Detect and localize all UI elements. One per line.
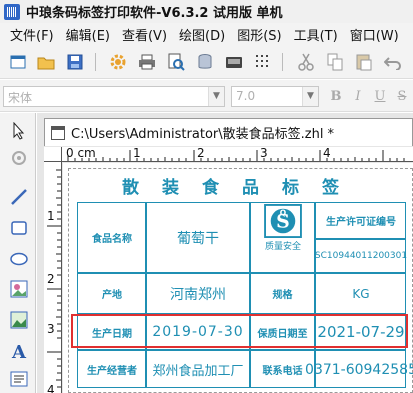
ruler-mark: 4	[47, 383, 55, 393]
menu-window[interactable]: 窗口(W)	[344, 25, 405, 44]
spec-label[interactable]: 规格	[251, 274, 314, 313]
bold-button[interactable]: B	[328, 89, 344, 105]
image-tool-icon[interactable]	[9, 279, 29, 299]
undo-icon[interactable]	[384, 53, 402, 71]
rotate-icon[interactable]	[9, 148, 29, 168]
font-size-value: 7.0	[236, 89, 256, 103]
main-toolbar	[0, 45, 413, 79]
producer-label[interactable]: 生产经营者	[79, 351, 145, 388]
underline-button[interactable]: U	[372, 89, 388, 105]
drawing-toolbox: A	[0, 113, 36, 393]
label-heading[interactable]: 散装食品标签	[78, 173, 406, 201]
ruler-mark: 2	[197, 147, 205, 160]
line-tool-icon[interactable]	[9, 187, 29, 207]
origin-value[interactable]: 河南郑州	[147, 274, 249, 313]
date-row-highlight	[71, 314, 408, 348]
open-folder-icon[interactable]	[37, 53, 55, 71]
ruler-unit-label: 0 cm	[66, 147, 96, 160]
new-document-icon[interactable]	[9, 53, 27, 71]
text-tool-icon[interactable]: A	[9, 341, 29, 361]
vertical-ruler: 1 2 3 4	[44, 162, 62, 393]
toolbar-separator	[282, 53, 283, 71]
select-pointer-icon[interactable]	[9, 121, 29, 141]
rectangle-tool-icon[interactable]	[9, 218, 29, 238]
italic-button[interactable]: I	[350, 89, 366, 105]
print-icon[interactable]	[138, 53, 156, 71]
font-name-select[interactable]: 宋体 ▼	[3, 86, 225, 107]
app-icon	[4, 3, 20, 20]
ruler-mark: 1	[47, 209, 55, 223]
toolbar-separator	[95, 53, 96, 71]
font-name-value: 宋体	[8, 91, 33, 105]
ruler-mark: 2	[47, 272, 55, 286]
chevron-down-icon: ▼	[302, 87, 318, 106]
picture-tool-icon[interactable]	[9, 310, 29, 330]
phone-value[interactable]: 0371-60942585	[305, 351, 413, 388]
print-preview-icon[interactable]	[167, 53, 185, 71]
single-machine-icon[interactable]	[225, 53, 243, 71]
ruler-corner	[44, 147, 62, 162]
copy-icon[interactable]	[326, 53, 344, 71]
document-title: C:\Users\Administrator\散装食品标签.zhl *	[71, 127, 335, 142]
menu-file[interactable]: 文件(F)	[4, 25, 60, 44]
settings-gear-icon[interactable]	[109, 53, 127, 71]
license-number-label[interactable]: 生产许可证编号	[316, 203, 406, 238]
format-toolbar: 宋体 ▼ 7.0 ▼ B I U S	[0, 80, 413, 112]
save-icon[interactable]	[66, 53, 84, 71]
horizontal-ruler: 0 cm 1 2 3 4	[62, 147, 413, 162]
cut-icon[interactable]	[297, 53, 315, 71]
menu-edit[interactable]: 编辑(E)	[60, 25, 116, 44]
rich-text-tool-icon[interactable]	[9, 369, 29, 389]
svg-text:Q: Q	[280, 208, 287, 217]
document-icon	[51, 125, 65, 140]
origin-label[interactable]: 产地	[79, 274, 145, 313]
product-name-value[interactable]: 葡萄干	[147, 203, 249, 272]
font-size-select[interactable]: 7.0 ▼	[231, 86, 319, 107]
grid-icon[interactable]	[254, 53, 272, 71]
menu-shape[interactable]: 图形(S)	[231, 25, 287, 44]
menu-bar: 文件(F) 编辑(E) 查看(V) 绘图(D) 图形(S) 工具(T) 窗口(W…	[0, 23, 413, 45]
window-title: 中琅条码标签打印软件-V6.3.2 试用版 单机	[26, 6, 283, 21]
license-number-value[interactable]: SC10944011200301	[315, 240, 407, 272]
ruler-mark: 1	[133, 147, 141, 160]
strikethrough-button[interactable]: S	[394, 89, 410, 105]
title-bar: 中琅条码标签打印软件-V6.3.2 试用版 单机	[0, 0, 413, 23]
document-tab[interactable]: C:\Users\Administrator\散装食品标签.zhl *	[44, 118, 413, 146]
menu-view[interactable]: 查看(V)	[116, 25, 173, 44]
qs-quality-safety-logo[interactable]: S Q 质量安全	[254, 204, 312, 252]
database-icon[interactable]	[196, 53, 214, 71]
ruler-mark: 3	[47, 322, 55, 336]
qs-caption: 质量安全	[264, 242, 301, 252]
ruler-mark: 3	[260, 147, 268, 160]
ellipse-tool-icon[interactable]	[9, 249, 29, 269]
ruler-mark: 4	[323, 147, 331, 160]
svg-text:A: A	[11, 342, 27, 360]
menu-tools[interactable]: 工具(T)	[288, 25, 344, 44]
menu-draw[interactable]: 绘图(D)	[173, 25, 231, 44]
spec-value[interactable]: KG	[316, 274, 406, 313]
chevron-down-icon: ▼	[208, 87, 224, 106]
product-name-label[interactable]: 食品名称	[79, 203, 145, 272]
producer-value[interactable]: 郑州食品加工厂	[147, 351, 249, 388]
paste-icon[interactable]	[355, 53, 373, 71]
